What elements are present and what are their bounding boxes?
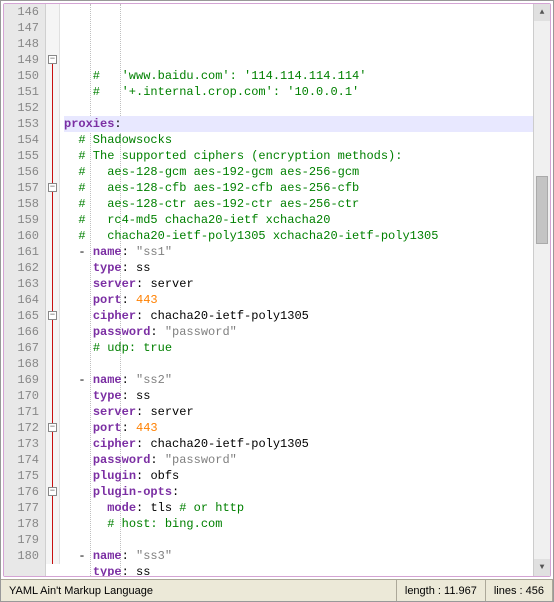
line-number: 152	[4, 100, 39, 116]
code-line[interactable]: port: 443	[64, 292, 533, 308]
code-line[interactable]: mode: tls # or http	[64, 500, 533, 516]
fold-toggle[interactable]: −	[48, 487, 57, 496]
code-line[interactable]	[64, 532, 533, 548]
line-number: 150	[4, 68, 39, 84]
line-number: 156	[4, 164, 39, 180]
code-area[interactable]: # 'www.baidu.com': '114.114.114.114' # '…	[60, 4, 533, 576]
line-number: 148	[4, 36, 39, 52]
line-number: 158	[4, 196, 39, 212]
code-line[interactable]: # aes-128-ctr aes-192-ctr aes-256-ctr	[64, 196, 533, 212]
code-line[interactable]	[64, 356, 533, 372]
fold-gutter[interactable]: − − − − −	[46, 4, 60, 564]
line-number: 171	[4, 404, 39, 420]
line-number: 175	[4, 468, 39, 484]
editor-wrap: 1461471481491501511521531541551561571581…	[3, 3, 551, 577]
scroll-down-button[interactable]: ▼	[534, 559, 550, 576]
status-lines: lines : 456	[486, 580, 553, 601]
code-line[interactable]	[64, 100, 533, 116]
code-line[interactable]: # 'www.baidu.com': '114.114.114.114'	[64, 68, 533, 84]
scroll-up-button[interactable]: ▲	[534, 4, 550, 21]
status-language[interactable]: YAML Ain't Markup Language	[1, 580, 397, 601]
line-number-gutter: 1461471481491501511521531541551561571581…	[4, 4, 46, 576]
status-bar: YAML Ain't Markup Language length : 11.9…	[1, 579, 553, 601]
code-line[interactable]: type: ss	[64, 564, 533, 576]
line-number: 153	[4, 116, 39, 132]
code-line[interactable]: # host: bing.com	[64, 516, 533, 532]
line-number: 161	[4, 244, 39, 260]
line-number: 173	[4, 436, 39, 452]
line-number: 164	[4, 292, 39, 308]
code-line[interactable]: # udp: true	[64, 340, 533, 356]
scrollbar-thumb[interactable]	[536, 176, 548, 245]
code-line[interactable]: # Shadowsocks	[64, 132, 533, 148]
code-line[interactable]: # aes-128-gcm aes-192-gcm aes-256-gcm	[64, 164, 533, 180]
code-line[interactable]: plugin: obfs	[64, 468, 533, 484]
line-number: 166	[4, 324, 39, 340]
fold-toggle[interactable]: −	[48, 311, 57, 320]
line-number: 159	[4, 212, 39, 228]
code-line[interactable]: - name: "ss3"	[64, 548, 533, 564]
code-line[interactable]: server: server	[64, 276, 533, 292]
status-length: length : 11.967	[397, 580, 486, 601]
code-line[interactable]: password: "password"	[64, 324, 533, 340]
line-number: 180	[4, 548, 39, 564]
line-number: 163	[4, 276, 39, 292]
code-line[interactable]: # rc4-md5 chacha20-ietf xchacha20	[64, 212, 533, 228]
code-editor[interactable]: 1461471481491501511521531541551561571581…	[4, 4, 550, 576]
code-line[interactable]: # chacha20-ietf-poly1305 xchacha20-ietf-…	[64, 228, 533, 244]
fold-toggle[interactable]: −	[48, 55, 57, 64]
code-line[interactable]: # aes-128-cfb aes-192-cfb aes-256-cfb	[64, 180, 533, 196]
code-line[interactable]: - name: "ss2"	[64, 372, 533, 388]
code-line[interactable]: plugin-opts:	[64, 484, 533, 500]
line-number: 155	[4, 148, 39, 164]
vertical-scrollbar[interactable]: ▲ ▼	[533, 4, 550, 576]
line-number: 179	[4, 532, 39, 548]
code-line[interactable]: type: ss	[64, 260, 533, 276]
line-number: 174	[4, 452, 39, 468]
code-line[interactable]: server: server	[64, 404, 533, 420]
line-number: 160	[4, 228, 39, 244]
line-number: 147	[4, 20, 39, 36]
line-number: 172	[4, 420, 39, 436]
code-line[interactable]: port: 443	[64, 420, 533, 436]
line-number: 178	[4, 516, 39, 532]
fold-toggle[interactable]: −	[48, 423, 57, 432]
line-number: 169	[4, 372, 39, 388]
code-line[interactable]: - name: "ss1"	[64, 244, 533, 260]
code-line[interactable]: cipher: chacha20-ietf-poly1305	[64, 436, 533, 452]
line-number: 177	[4, 500, 39, 516]
code-line[interactable]: proxies:	[64, 116, 533, 132]
line-number: 176	[4, 484, 39, 500]
line-number: 154	[4, 132, 39, 148]
line-number: 168	[4, 356, 39, 372]
fold-toggle[interactable]: −	[48, 183, 57, 192]
line-number: 151	[4, 84, 39, 100]
line-number: 149	[4, 52, 39, 68]
code-line[interactable]: cipher: chacha20-ietf-poly1305	[64, 308, 533, 324]
line-number: 162	[4, 260, 39, 276]
line-number: 165	[4, 308, 39, 324]
code-line[interactable]: password: "password"	[64, 452, 533, 468]
code-line[interactable]: # The supported ciphers (encryption meth…	[64, 148, 533, 164]
line-number: 157	[4, 180, 39, 196]
line-number: 167	[4, 340, 39, 356]
code-line[interactable]: type: ss	[64, 388, 533, 404]
line-number: 146	[4, 4, 39, 20]
code-line[interactable]: # '+.internal.crop.com': '10.0.0.1'	[64, 84, 533, 100]
line-number: 170	[4, 388, 39, 404]
